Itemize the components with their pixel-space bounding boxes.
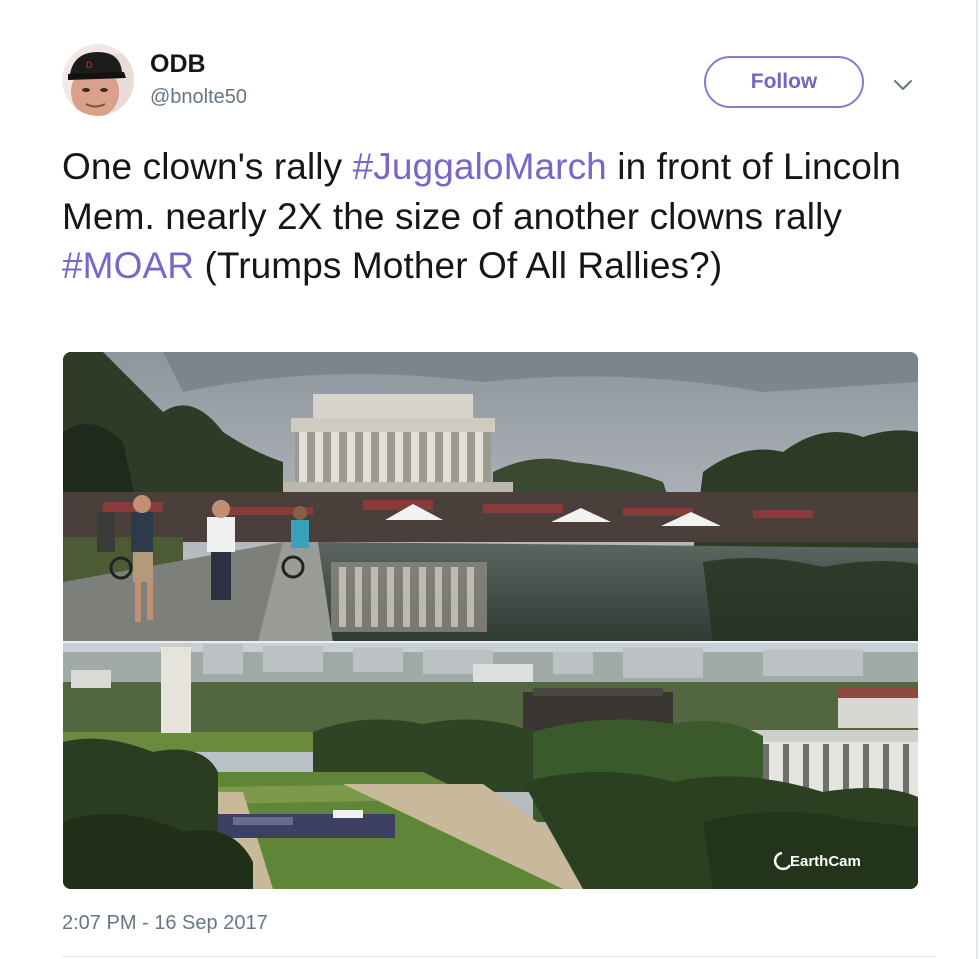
avatar-image: D: [62, 44, 134, 116]
hashtag-link[interactable]: #JuggaloMarch: [353, 146, 607, 187]
tweet-timestamp[interactable]: 2:07 PM - 16 Sep 2017: [62, 912, 268, 935]
tweet-text: One clown's rally #JuggaloMarch in front…: [62, 142, 942, 291]
tweet-media[interactable]: EarthCam: [63, 352, 918, 889]
media-watermark: EarthCam: [790, 853, 861, 870]
tweet-text-segment: One clown's rally: [62, 146, 353, 187]
divider: [62, 956, 936, 957]
follow-button[interactable]: Follow: [704, 56, 864, 108]
svg-text:D: D: [86, 60, 93, 70]
tweet-card: D ODB @bnolte50 Follow One clown's rally…: [0, 0, 978, 959]
top-photo-lincoln-memorial: [63, 352, 918, 642]
media-image: EarthCam: [63, 352, 918, 889]
hashtag-link[interactable]: #MOAR: [62, 245, 194, 286]
tweet-text-segment: (Trumps Mother Of All Rallies?): [194, 245, 723, 286]
avatar[interactable]: D: [62, 44, 134, 116]
author-name[interactable]: ODB: [150, 50, 206, 79]
chevron-down-icon[interactable]: [890, 72, 916, 98]
author-handle[interactable]: @bnolte50: [150, 86, 247, 109]
